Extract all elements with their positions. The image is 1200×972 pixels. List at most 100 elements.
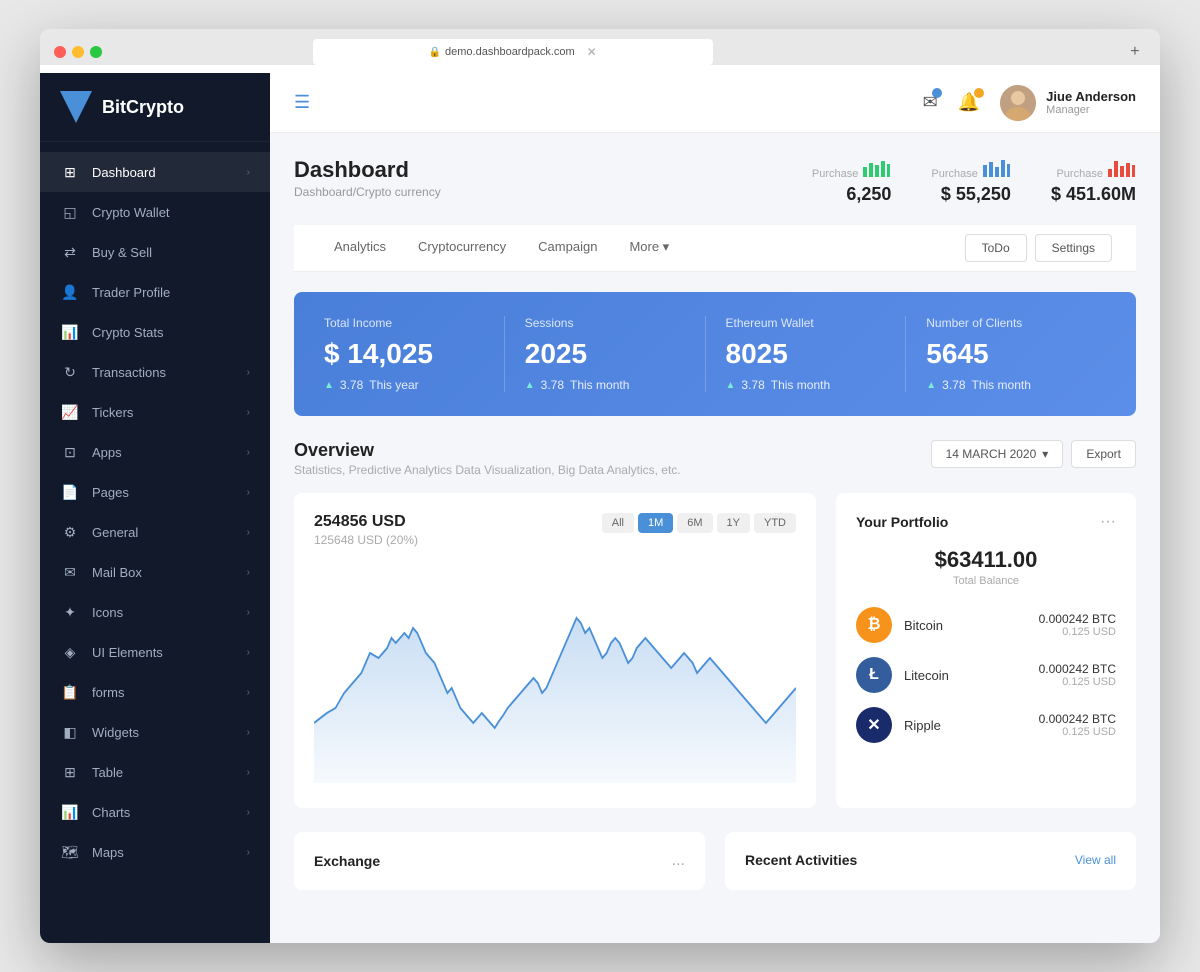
tab-analytics[interactable]: Analytics — [318, 225, 402, 271]
mail-icon-wrap[interactable]: ✉ — [923, 92, 938, 113]
bell-icon-wrap[interactable]: 🔔 — [958, 92, 980, 113]
stat-value-0: 6,250 — [812, 184, 892, 205]
widgets-nav-icon: ◧ — [60, 722, 80, 742]
sidebar-item-forms[interactable]: 📋 forms › — [40, 672, 270, 712]
sidebar-item-crypto-wallet[interactable]: ◱ Crypto Wallet — [40, 192, 270, 232]
litecoin-btc: 0.000242 BTC — [1039, 662, 1116, 676]
stat-box-label-3: Number of Clients — [926, 316, 1086, 330]
stat-box-1: Sessions 2025 ▲ 3.78 This month — [505, 316, 706, 392]
litecoin-icon: Ł — [856, 657, 892, 693]
stat-value-1: $ 55,250 — [931, 184, 1011, 205]
browser-url: demo.dashboardpack.com — [445, 46, 575, 58]
page-stat-2: Purchase $ 451.60M — [1051, 157, 1136, 205]
filter-btn-1y[interactable]: 1Y — [717, 513, 750, 533]
sidebar-item-icons[interactable]: ✦ Icons › — [40, 592, 270, 632]
tab-campaign[interactable]: Campaign — [522, 225, 613, 271]
sidebar-item-pages[interactable]: 📄 Pages › — [40, 472, 270, 512]
export-button[interactable]: Export — [1071, 440, 1136, 468]
sidebar-item-charts[interactable]: 📊 Charts › — [40, 792, 270, 832]
activities-title: Recent Activities — [745, 852, 857, 868]
bitcoin-btc: 0.000242 BTC — [1039, 612, 1116, 626]
sidebar-item-buy-sell[interactable]: ⇄ Buy & Sell — [40, 232, 270, 272]
dot-yellow[interactable] — [72, 46, 84, 58]
stat-box-label-0: Total Income — [324, 316, 484, 330]
sidebar-item-mail-box[interactable]: ✉ Mail Box › — [40, 552, 270, 592]
logo-icon — [60, 91, 92, 123]
page-title: Dashboard — [294, 157, 441, 183]
stat-box-sub-2: ▲ 3.78 This month — [726, 378, 886, 392]
filter-btn-all[interactable]: All — [602, 513, 634, 533]
ui-elements-chevron-icon: › — [247, 647, 250, 658]
stat-box-3: Number of Clients 5645 ▲ 3.78 This month — [906, 316, 1106, 392]
general-nav-label: General — [92, 525, 247, 540]
ripple-values: 0.000242 BTC 0.125 USD — [1039, 712, 1116, 738]
tab-cryptocurrency[interactable]: Cryptocurrency — [402, 225, 522, 271]
bitcoin-icon: ₿ — [856, 607, 892, 643]
sidebar-item-transactions[interactable]: ↻ Transactions › — [40, 352, 270, 392]
balance-value: $63411.00 — [856, 547, 1116, 573]
pages-nav-icon: 📄 — [60, 482, 80, 502]
dashboard-body: Dashboard Dashboard/Crypto currency Purc… — [270, 133, 1160, 943]
browser-dots — [54, 46, 102, 58]
filter-btn-1m[interactable]: 1M — [638, 513, 673, 533]
sidebar-item-ui-elements[interactable]: ◈ UI Elements › — [40, 632, 270, 672]
close-icon[interactable]: ✕ — [587, 45, 597, 59]
widgets-chevron-icon: › — [247, 727, 250, 738]
chart-filters: All1M6M1YYTD — [602, 513, 796, 533]
hamburger-button[interactable]: ☰ — [294, 92, 310, 113]
sidebar-item-tickers[interactable]: 📈 Tickers › — [40, 392, 270, 432]
stat-box-0: Total Income $ 14,025 ▲ 3.78 This year — [324, 316, 505, 392]
chart-value: 254856 USD — [314, 513, 418, 531]
filter-btn-6m[interactable]: 6M — [677, 513, 712, 533]
icons-nav-icon: ✦ — [60, 602, 80, 622]
browser-addressbar[interactable]: 🔒 demo.dashboardpack.com ✕ — [313, 39, 713, 65]
browser-titlebar: 🔒 demo.dashboardpack.com ✕ + — [54, 39, 1146, 65]
table-nav-label: Table — [92, 765, 247, 780]
sidebar-item-crypto-stats[interactable]: 📊 Crypto Stats — [40, 312, 270, 352]
activities-header: Recent Activities View all — [745, 852, 1116, 868]
sidebar-item-trader-profile[interactable]: 👤 Trader Profile — [40, 272, 270, 312]
stat-label-1: Purchase — [931, 157, 1011, 180]
sidebar-item-maps[interactable]: 🗺 Maps › — [40, 832, 270, 872]
table-chevron-icon: › — [247, 767, 250, 778]
litecoin-usd: 0.125 USD — [1039, 676, 1116, 688]
avatar-image — [1000, 85, 1036, 121]
filter-btn-ytd[interactable]: YTD — [754, 513, 796, 533]
exchange-menu-button[interactable]: ... — [672, 852, 685, 870]
tab-btn-settings[interactable]: Settings — [1035, 234, 1112, 262]
user-info: Jiue Anderson Manager — [1000, 85, 1136, 121]
ui-elements-nav-icon: ◈ — [60, 642, 80, 662]
sidebar-item-general[interactable]: ⚙ General › — [40, 512, 270, 552]
view-all-button[interactable]: View all — [1075, 853, 1116, 867]
tab-btn-todo[interactable]: ToDo — [965, 234, 1027, 262]
sidebar-item-dashboard[interactable]: ⊞ Dashboard › — [40, 152, 270, 192]
balance-label: Total Balance — [856, 575, 1116, 587]
stat-box-sub-0: ▲ 3.78 This year — [324, 378, 484, 392]
stat-box-text-1: This month — [570, 378, 629, 392]
sidebar-item-apps[interactable]: ⊡ Apps › — [40, 432, 270, 472]
charts-nav-label: Charts — [92, 805, 247, 820]
bell-badge — [974, 88, 984, 98]
stat-label-2: Purchase — [1051, 157, 1136, 180]
dot-red[interactable] — [54, 46, 66, 58]
nav-tabs-wrapper: AnalyticsCryptocurrencyCampaignMore ▾ ToD… — [294, 225, 1136, 272]
exchange-title: Exchange — [314, 853, 380, 869]
stat-box-value-0: $ 14,025 — [324, 338, 484, 370]
browser-chrome: 🔒 demo.dashboardpack.com ✕ + — [40, 29, 1160, 65]
new-tab-button[interactable]: + — [1124, 41, 1146, 63]
portfolio-menu-button[interactable]: ··· — [1100, 513, 1116, 531]
sidebar-item-widgets[interactable]: ◧ Widgets › — [40, 712, 270, 752]
dot-green[interactable] — [90, 46, 102, 58]
page-title-area: Dashboard Dashboard/Crypto currency — [294, 157, 441, 199]
crypto-item-ripple: ✕ Ripple 0.000242 BTC 0.125 USD — [856, 707, 1116, 743]
main-content: ☰ ✉ 🔔 — [270, 73, 1160, 943]
date-button[interactable]: 14 MARCH 2020 ▾ — [931, 440, 1064, 468]
section-subtitle: Statistics, Predictive Analytics Data Vi… — [294, 463, 681, 477]
activities-card: Recent Activities View all — [725, 832, 1136, 890]
arrow-up-icon-1: ▲ — [525, 380, 535, 391]
tab-more--[interactable]: More ▾ — [613, 225, 685, 271]
sidebar-item-table[interactable]: ⊞ Table › — [40, 752, 270, 792]
mail-box-nav-label: Mail Box — [92, 565, 247, 580]
transactions-chevron-icon: › — [247, 367, 250, 378]
tickers-nav-icon: 📈 — [60, 402, 80, 422]
